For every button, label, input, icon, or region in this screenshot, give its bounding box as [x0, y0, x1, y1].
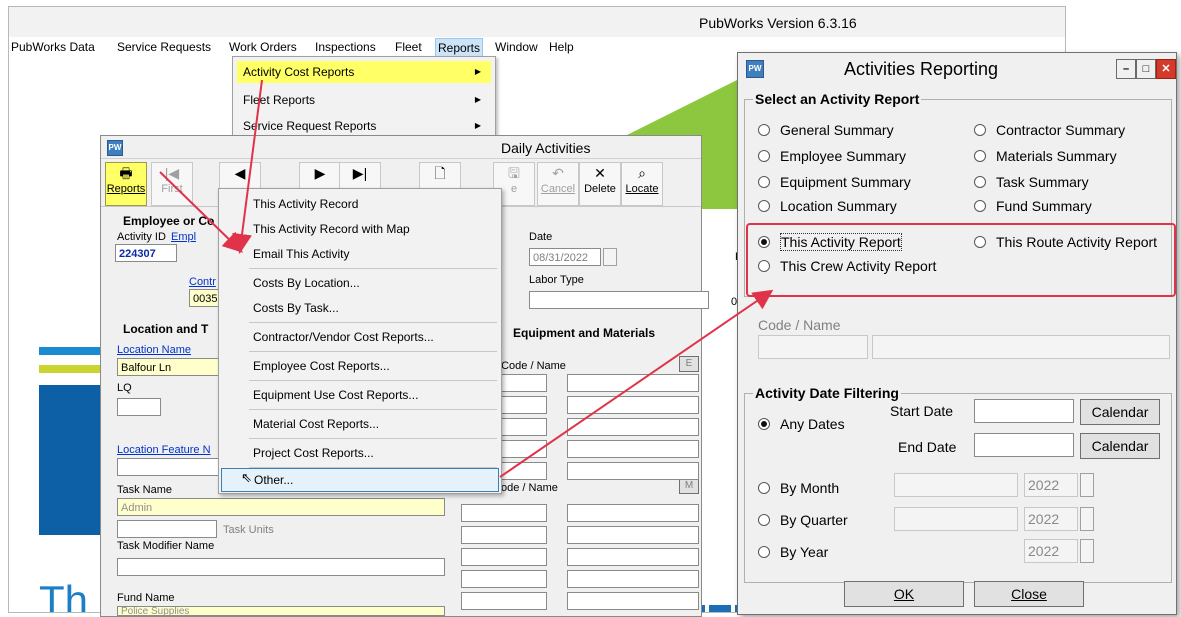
arrow-other-to-dialog [499, 289, 774, 478]
arrow-menu-to-context [232, 79, 263, 254]
arrow-reports-to-context [159, 171, 243, 253]
annotation-arrows [159, 79, 774, 478]
